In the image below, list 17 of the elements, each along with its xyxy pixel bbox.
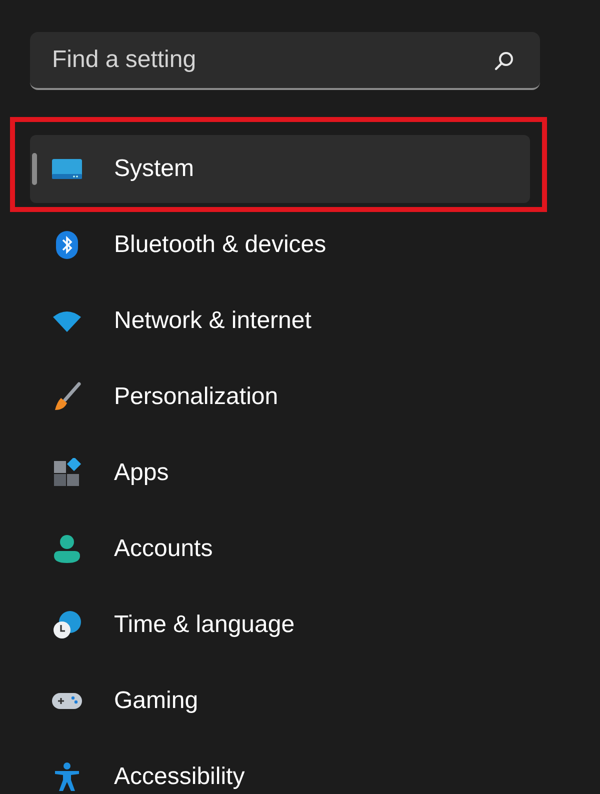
nav-item[interactable]: Personalization [30, 363, 530, 431]
search-field[interactable]: Find a setting [30, 32, 540, 90]
globe-clock-icon [52, 610, 82, 640]
nav-item[interactable]: Accounts [30, 515, 530, 583]
accessibility-figure-icon [52, 762, 82, 792]
nav-item[interactable]: Time & language [30, 591, 530, 659]
search-icon [494, 51, 514, 71]
nav-item[interactable]: Network & internet [30, 287, 530, 355]
nav-item[interactable]: Accessibility [30, 743, 530, 794]
person-icon [52, 534, 82, 564]
nav-item[interactable]: System [30, 135, 530, 203]
nav-item[interactable]: Gaming [30, 667, 530, 735]
nav-item[interactable]: Bluetooth & devices [30, 211, 530, 279]
selection-indicator [32, 153, 37, 185]
nav-item[interactable]: Apps [30, 439, 530, 507]
apps-grid-icon [52, 458, 82, 488]
paintbrush-icon [52, 382, 82, 412]
